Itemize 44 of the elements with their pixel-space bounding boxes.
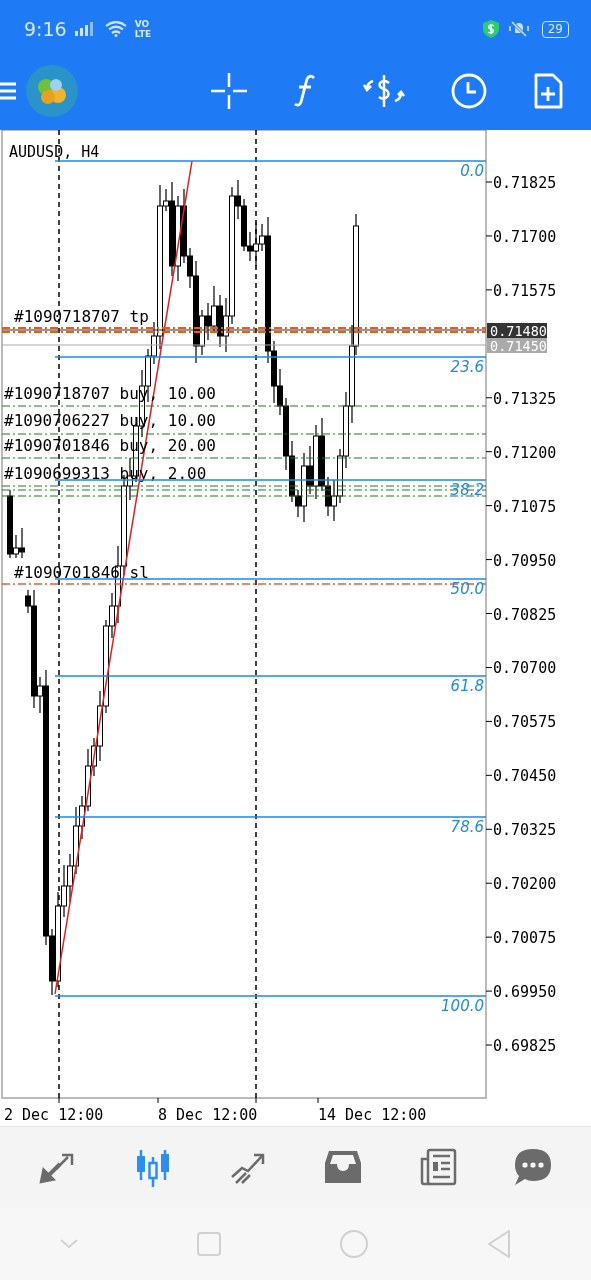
clock-icon[interactable] <box>451 73 487 109</box>
fibonacci-label: 50.0 <box>450 580 484 598</box>
price-tag: 0.71480 <box>487 323 547 339</box>
fibonacci-label: 0.0 <box>460 162 484 180</box>
mute-bell-icon <box>507 20 530 38</box>
order-label: #1090718707 tp <box>14 307 149 326</box>
fibonacci-label: 38.2 <box>450 481 484 499</box>
price-label: 0.70450 <box>493 767 557 786</box>
price-label: 0.71075 <box>493 497 557 516</box>
price-label: 0.69825 <box>493 1037 557 1056</box>
price-label: 0.70325 <box>493 821 557 840</box>
price-label: 0.71575 <box>493 281 557 300</box>
symbol-label: AUDUSD, H4 <box>9 143 100 161</box>
price-label: 0.71200 <box>493 443 557 462</box>
price-label: 0.70825 <box>493 605 557 624</box>
menu-icon[interactable] <box>0 81 16 101</box>
network-label: LTE <box>134 29 152 39</box>
exchange-dollar-icon[interactable] <box>363 73 405 109</box>
network-label: VO <box>134 19 151 29</box>
wifi-icon <box>104 21 127 37</box>
crosshair-icon[interactable] <box>211 73 247 109</box>
time-label: 8 Dec 12:00 <box>158 1106 258 1124</box>
price-label: 0.69950 <box>493 983 557 1002</box>
fibonacci-label: 78.6 <box>450 818 484 836</box>
fibonacci-label: 23.6 <box>450 358 484 376</box>
fibonacci-label: 61.8 <box>450 677 484 695</box>
price-tag: 0.71450 <box>487 338 547 354</box>
function-icon[interactable] <box>293 74 317 108</box>
price-label: 0.70575 <box>493 713 557 732</box>
fibonacci-label: 100.0 <box>441 997 484 1015</box>
time-label: 2 Dec 12:00 <box>4 1106 104 1124</box>
price-label: 0.70700 <box>493 659 557 678</box>
status-time: 9:16 <box>24 18 67 40</box>
app-logo-icon[interactable] <box>26 65 78 117</box>
battery-indicator: 29 <box>541 20 569 38</box>
price-label: 0.70200 <box>493 875 557 894</box>
price-label: 0.71700 <box>493 227 557 246</box>
price-label: 0.70950 <box>493 551 557 570</box>
new-document-icon[interactable] <box>533 73 563 109</box>
price-label: 0.70075 <box>493 929 557 948</box>
time-label: 14 Dec 12:00 <box>318 1106 427 1124</box>
price-label: 0.71825 <box>493 174 557 192</box>
price-label: 0.71325 <box>493 389 557 408</box>
shield-icon <box>481 19 500 39</box>
